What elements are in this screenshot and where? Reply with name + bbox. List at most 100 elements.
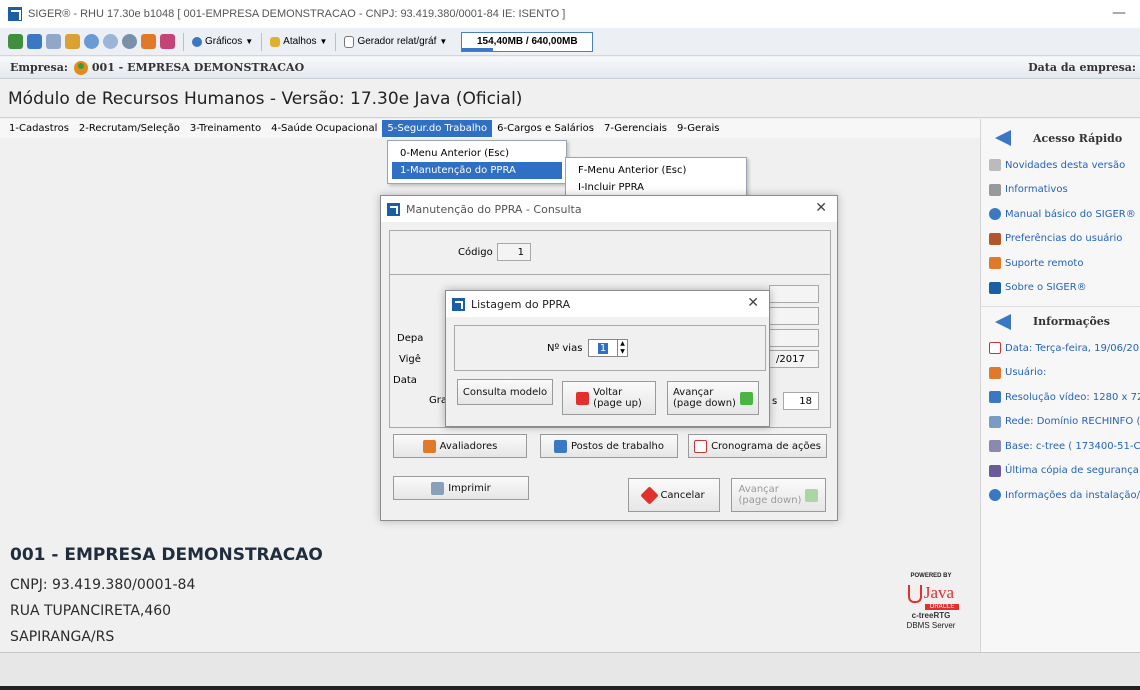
menu-cargos-salarios[interactable]: 6-Cargos e Salários — [492, 120, 599, 137]
menu-treinamento[interactable]: 3-Treinamento — [185, 120, 266, 137]
spinner-arrows[interactable]: ▲ ▼ — [617, 340, 627, 356]
app-logo-icon — [8, 7, 22, 21]
cronograma-button[interactable]: Cronograma de ações — [688, 434, 827, 458]
chat-icon[interactable] — [103, 34, 118, 49]
graficos-label: Gráficos — [205, 36, 243, 47]
quick-link-novidades[interactable]: Novidades desta versão — [981, 153, 1140, 178]
empresa-label: Empresa: — [10, 61, 68, 74]
company-cnpj: CNPJ: 93.419.380/0001-84 — [10, 577, 196, 593]
codigo-field[interactable]: 1 — [497, 243, 531, 261]
atalhos-menu[interactable]: Atalhos ▼ — [270, 36, 327, 47]
cancel-x-icon — [640, 485, 660, 505]
menu-seguranca-trabalho[interactable]: 5-Segur.do Trabalho — [382, 120, 493, 137]
powered-by-logo: POWERED BY Java ORACLE c-treeRTG DBMS Se… — [895, 573, 967, 630]
quick-link-manual[interactable]: Manual básico do SIGER® — [981, 202, 1140, 227]
codigo-group — [389, 230, 831, 274]
info-data[interactable]: Data: Terça-feira, 19/06/20 — [981, 336, 1140, 361]
quick-link-suporte[interactable]: Suporte remoto — [981, 251, 1140, 276]
grid-icon[interactable] — [65, 34, 80, 49]
network-icon[interactable] — [46, 34, 61, 49]
submenu-item-menu-anterior[interactable]: 0-Menu Anterior (Esc) — [392, 145, 562, 162]
voltar-text: Voltar (page up) — [593, 387, 642, 409]
avaliadores-button[interactable]: Avaliadores — [393, 434, 527, 458]
menu-recrutamento[interactable]: 2-Recrutam/Seleção — [74, 120, 185, 137]
vias-spinner[interactable]: 1 ▲ ▼ — [588, 339, 628, 357]
quick-link-label: Informativos — [1005, 184, 1068, 196]
quick-link-informativos[interactable]: Informativos — [981, 178, 1140, 203]
back-icon[interactable] — [8, 34, 23, 49]
memory-indicator: 154,40MB / 640,00MB — [461, 31, 594, 52]
numero-field[interactable]: 18 — [783, 392, 819, 410]
departamento-label: Depa — [397, 333, 424, 344]
minimize-button[interactable]: — — [1112, 5, 1126, 21]
app-logo-icon — [452, 297, 465, 311]
right-panel: Acesso Rápido Novidades desta versão Inf… — [980, 119, 1140, 652]
menu-cadastros[interactable]: 1-Cadastros — [4, 120, 74, 137]
avancar-button-disabled[interactable]: Avançar (page down) — [731, 478, 826, 512]
graficos-menu[interactable]: Gráficos ▼ — [192, 36, 253, 47]
cronograma-label: Cronograma de ações — [711, 440, 821, 452]
informacoes-header: Informações — [981, 306, 1140, 336]
info-resolucao[interactable]: Resolução vídeo: 1280 x 720 — [981, 385, 1140, 410]
postos-label: Postos de trabalho — [571, 440, 664, 452]
info-rede[interactable]: Rede: Domínio RECHINFO ( 1 — [981, 410, 1140, 435]
avancar-button[interactable]: Avançar (page down) — [667, 381, 759, 415]
dialog-title-bar: Listagem do PPRA ✕ — [446, 291, 769, 317]
link-icon[interactable] — [122, 34, 137, 49]
info-base[interactable]: Base: c-tree ( 173400-51-CM — [981, 434, 1140, 459]
shortcut-icon — [270, 36, 281, 47]
vigencia-field[interactable]: /2017 — [769, 350, 819, 368]
consulta-modelo-button[interactable]: Consulta modelo — [457, 379, 553, 405]
quick-link-label: Suporte remoto — [1005, 257, 1084, 269]
info-instalacao[interactable]: Informações da instalação/at — [981, 483, 1140, 508]
toolbar-separator — [335, 32, 337, 51]
submenu-item-f-menu-anterior[interactable]: F-Menu Anterior (Esc) — [570, 162, 742, 179]
vias-value[interactable]: 1 — [597, 342, 609, 354]
arrow-right-icon — [805, 488, 819, 502]
pen-icon — [989, 159, 1001, 172]
calendar-icon — [989, 342, 1001, 355]
quick-link-preferencias[interactable]: Preferências do usuário — [981, 227, 1140, 252]
voltar-button[interactable]: Voltar (page up) — [562, 381, 656, 415]
departamento-field[interactable] — [769, 329, 819, 347]
informacoes-title: Informações — [1033, 315, 1110, 328]
spin-up-icon[interactable]: ▲ — [618, 340, 627, 348]
status-bar — [0, 652, 1140, 690]
users-icon[interactable] — [141, 34, 156, 49]
java-cup-icon — [907, 585, 922, 603]
imprimir-button[interactable]: Imprimir — [393, 476, 529, 500]
spin-down-icon[interactable]: ▼ — [618, 348, 627, 356]
close-button[interactable]: ✕ — [747, 295, 759, 311]
avancar-text: Avançar (page down) — [739, 484, 802, 506]
menu-gerais[interactable]: 9-Gerais — [672, 120, 724, 137]
quick-link-sobre[interactable]: Sobre o SIGER® — [981, 276, 1140, 301]
user-icon — [989, 366, 1001, 379]
gerador-menu[interactable]: Gerador relat/gráf ▼ — [344, 35, 447, 48]
menu-saude-ocupacional[interactable]: 4-Saúde Ocupacional — [266, 120, 382, 137]
info-label: Resolução vídeo: 1280 x 720 — [1005, 391, 1140, 403]
field-partial-2[interactable] — [769, 307, 819, 325]
info-usuario[interactable]: Usuário: — [981, 361, 1140, 386]
ctree-logo: c-treeRTG — [911, 611, 951, 620]
globe-icon[interactable] — [84, 34, 99, 49]
submenu-item-manutencao-ppra[interactable]: 1-Manutenção do PPRA — [392, 162, 562, 179]
field-partial-1[interactable] — [769, 285, 819, 303]
user-settings-icon — [989, 232, 1001, 245]
database-icon — [989, 440, 1001, 453]
avaliadores-label: Avaliadores — [439, 440, 498, 452]
memory-fill-bar — [462, 47, 494, 51]
users-icon — [422, 439, 436, 453]
submenu-item-incluir-ppra[interactable]: I-Incluir PPRA — [570, 179, 742, 196]
close-button[interactable]: ✕ — [815, 200, 827, 216]
menu-gerenciais[interactable]: 7-Gerenciais — [599, 120, 672, 137]
postos-trabalho-button[interactable]: Postos de trabalho — [540, 434, 678, 458]
cancelar-button[interactable]: Cancelar — [628, 478, 720, 512]
acesso-rapido-header: Acesso Rápido — [981, 123, 1140, 153]
arrow-left-icon — [576, 391, 590, 405]
info-backup[interactable]: Última cópia de segurança: N — [981, 459, 1140, 484]
user-icon[interactable] — [160, 34, 175, 49]
imprimir-label[interactable]: Imprimir — [448, 483, 491, 494]
avancar-line1: Avançar — [673, 387, 714, 398]
save-icon[interactable] — [27, 34, 42, 49]
printer-icon — [431, 481, 445, 495]
